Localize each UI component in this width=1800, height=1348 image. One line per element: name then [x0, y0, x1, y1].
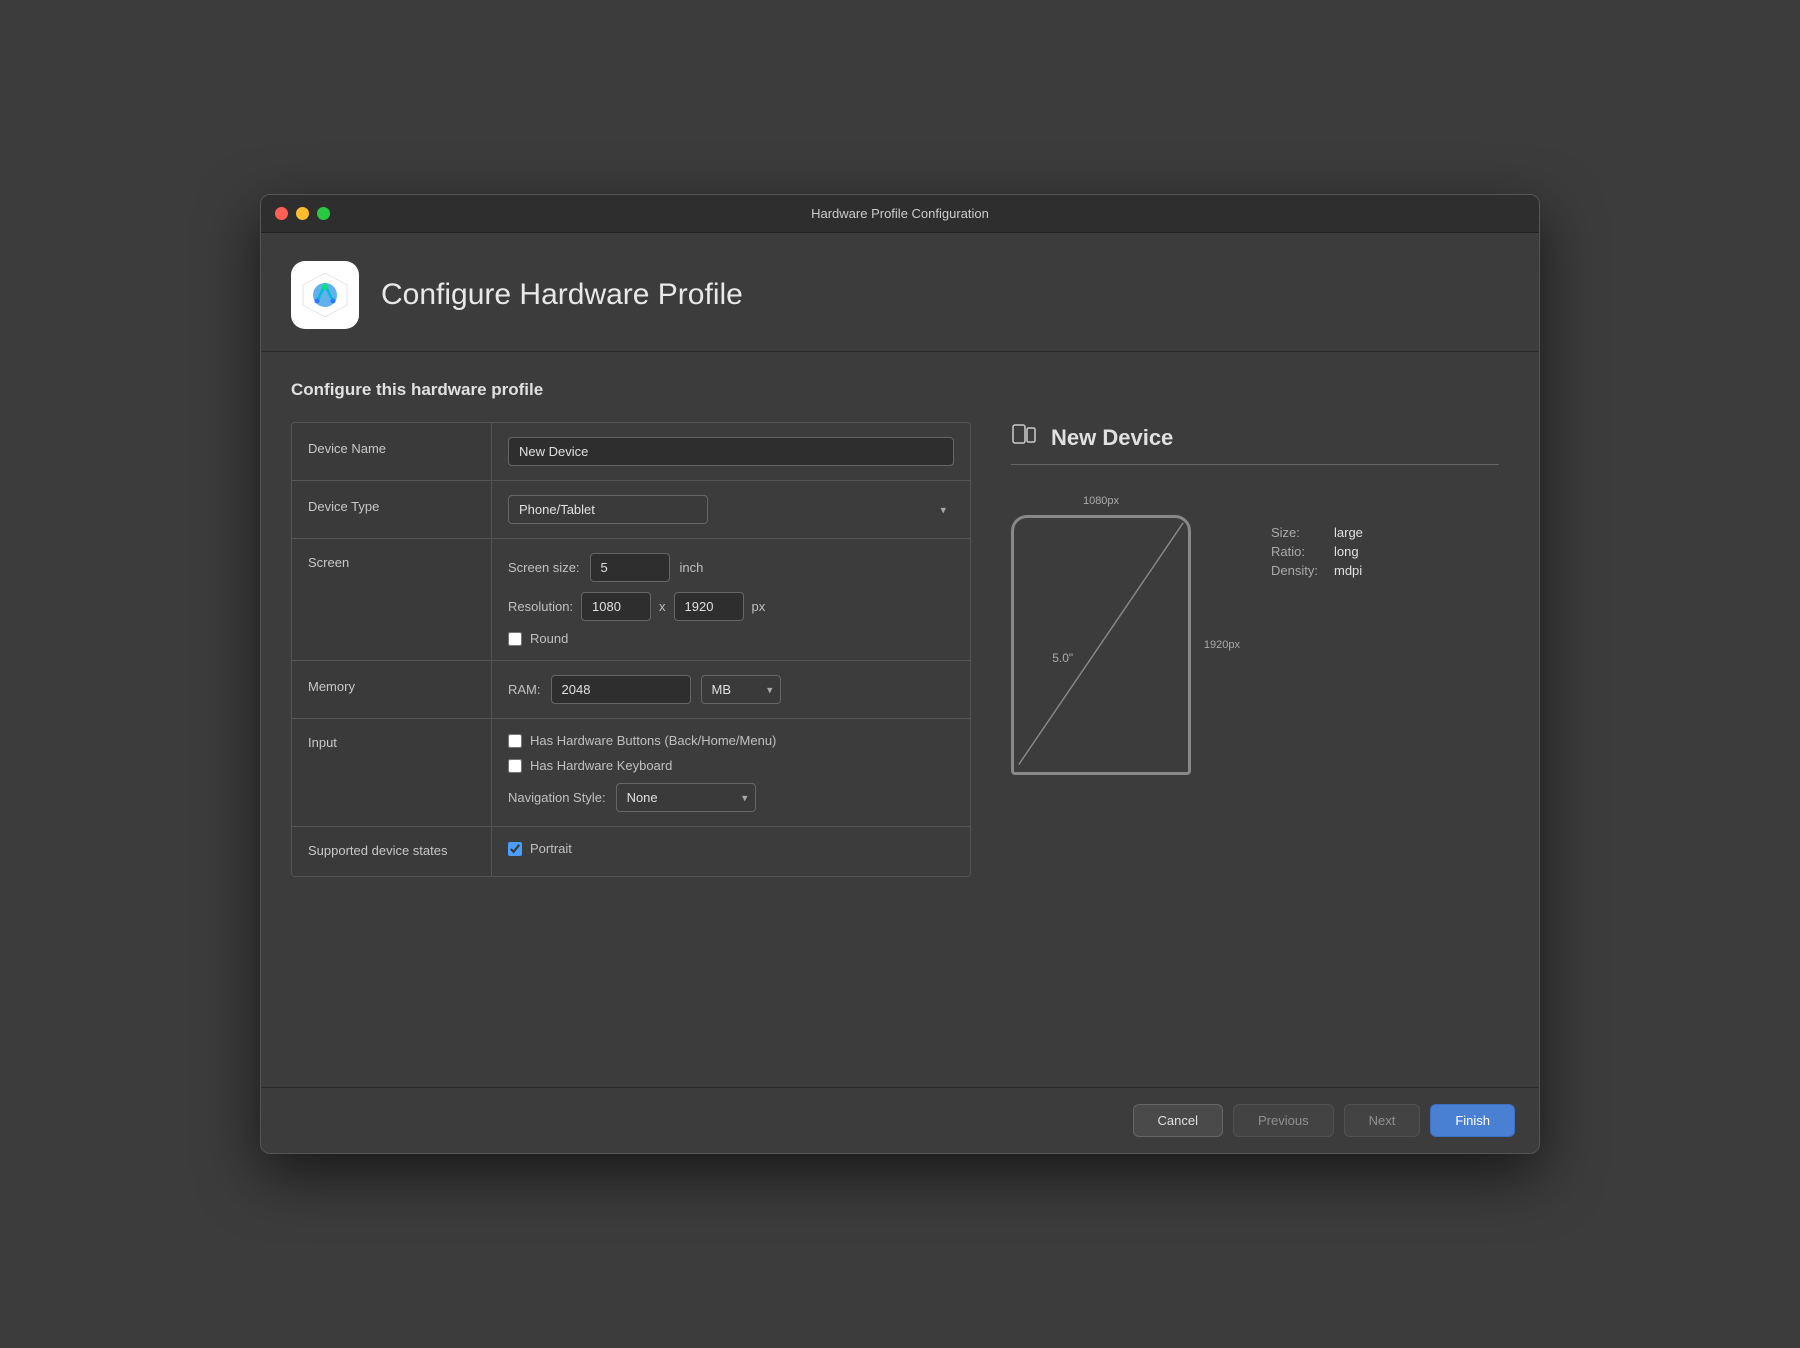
- cancel-button[interactable]: Cancel: [1133, 1104, 1223, 1137]
- screen-label: Screen: [292, 539, 492, 660]
- main-content: Configure this hardware profile Device N…: [261, 352, 1539, 1087]
- resolution-sep: x: [659, 599, 666, 614]
- hardware-keyboard-checkbox[interactable]: [508, 759, 522, 773]
- input-row: Input Has Hardware Buttons (Back/Home/Me…: [292, 719, 970, 827]
- resolution-y-input[interactable]: [674, 592, 744, 621]
- width-label: 1080px: [1083, 495, 1119, 507]
- previous-button[interactable]: Previous: [1233, 1104, 1334, 1137]
- preview-header: New Device: [1011, 422, 1499, 465]
- app-logo: [291, 261, 359, 329]
- input-input-cell: Has Hardware Buttons (Back/Home/Menu) Ha…: [492, 719, 970, 826]
- preview-device-icon: [1011, 422, 1037, 454]
- form-box: Device Name Device Type Phone/Tablet: [291, 422, 971, 877]
- hardware-buttons-label: Has Hardware Buttons (Back/Home/Menu): [530, 733, 776, 748]
- hardware-keyboard-row: Has Hardware Keyboard: [508, 758, 954, 773]
- round-row: Round: [508, 631, 954, 646]
- round-checkbox[interactable]: [508, 632, 522, 646]
- spec-size-val: large: [1334, 525, 1363, 540]
- screen-size-label: Screen size:: [508, 560, 580, 575]
- device-type-select-wrapper: Phone/Tablet Wear OS Desktop TV Automoti…: [508, 495, 954, 524]
- nav-style-label: Navigation Style:: [508, 790, 606, 805]
- supported-label: Supported device states: [292, 827, 492, 876]
- device-diagonal-svg: [1014, 518, 1188, 769]
- section-title: Configure this hardware profile: [291, 380, 1509, 400]
- resolution-unit: px: [752, 599, 766, 614]
- preview-panel: New Device 1080px: [1001, 422, 1509, 1087]
- supported-states-row: Supported device states Portrait: [292, 827, 970, 876]
- screen-size-unit: inch: [680, 560, 704, 575]
- ram-label: RAM:: [508, 682, 541, 697]
- resolution-x-input[interactable]: [581, 592, 651, 621]
- memory-label: Memory: [292, 661, 492, 718]
- form-panel: Device Name Device Type Phone/Tablet: [291, 422, 971, 1087]
- memory-row: Memory RAM: MB GB: [292, 661, 970, 719]
- device-type-label: Device Type: [292, 481, 492, 538]
- device-name-input-cell: [492, 423, 970, 480]
- spec-size-row: Size: large: [1271, 525, 1363, 540]
- close-button[interactable]: [275, 207, 288, 220]
- device-frame: 1920px 5.0": [1011, 515, 1191, 775]
- android-studio-icon: [299, 269, 351, 321]
- ram-input[interactable]: [551, 675, 691, 704]
- titlebar: Hardware Profile Configuration: [261, 195, 1539, 233]
- hardware-buttons-row: Has Hardware Buttons (Back/Home/Menu): [508, 733, 954, 748]
- spec-density-key: Density:: [1271, 563, 1326, 578]
- memory-input-cell: RAM: MB GB: [492, 661, 970, 718]
- ram-unit-select-wrapper: MB GB: [701, 675, 781, 704]
- device-type-select[interactable]: Phone/Tablet Wear OS Desktop TV Automoti…: [508, 495, 708, 524]
- round-label: Round: [530, 631, 568, 646]
- preview-specs: Size: large Ratio: long Density: mdpi: [1271, 525, 1363, 578]
- portrait-checkbox[interactable]: [508, 842, 522, 856]
- page-header-title: Configure Hardware Profile: [381, 278, 743, 312]
- next-button[interactable]: Next: [1344, 1104, 1421, 1137]
- nav-style-select[interactable]: None Gesture 3 Button: [616, 783, 756, 812]
- spec-density-row: Density: mdpi: [1271, 563, 1363, 578]
- hardware-keyboard-label: Has Hardware Keyboard: [530, 758, 672, 773]
- finish-button[interactable]: Finish: [1430, 1104, 1515, 1137]
- resolution-row: Resolution: x px: [508, 592, 954, 621]
- main-window: Hardware Profile Configuration Configure…: [260, 194, 1540, 1154]
- supported-input-cell: Portrait: [492, 827, 970, 876]
- preview-device-name: New Device: [1051, 425, 1173, 451]
- content-area: Device Name Device Type Phone/Tablet: [291, 422, 1509, 1087]
- size-label: 5.0": [1052, 651, 1073, 665]
- window-title: Hardware Profile Configuration: [811, 206, 989, 221]
- spec-density-val: mdpi: [1334, 563, 1362, 578]
- screen-input-cell: Screen size: inch Resolution: x px: [492, 539, 970, 660]
- traffic-lights: [275, 207, 330, 220]
- spec-ratio-key: Ratio:: [1271, 544, 1326, 559]
- screen-row: Screen Screen size: inch Resolution: x: [292, 539, 970, 661]
- device-name-input[interactable]: [508, 437, 954, 466]
- device-type-input-cell: Phone/Tablet Wear OS Desktop TV Automoti…: [492, 481, 970, 538]
- preview-area: 1080px 1920px 5.0": [1011, 485, 1499, 780]
- spec-size-key: Size:: [1271, 525, 1326, 540]
- nav-style-select-wrapper: None Gesture 3 Button: [616, 783, 756, 812]
- memory-inner-row: RAM: MB GB: [508, 675, 954, 704]
- hardware-buttons-checkbox[interactable]: [508, 734, 522, 748]
- device-type-row: Device Type Phone/Tablet Wear OS Desktop…: [292, 481, 970, 539]
- spec-ratio-val: long: [1334, 544, 1359, 559]
- device-name-label: Device Name: [292, 423, 492, 480]
- resolution-label: Resolution:: [508, 599, 573, 614]
- portrait-row: Portrait: [508, 841, 954, 856]
- input-label: Input: [292, 719, 492, 826]
- height-label: 1920px: [1204, 639, 1240, 651]
- ram-unit-select[interactable]: MB GB: [701, 675, 781, 704]
- portrait-label: Portrait: [530, 841, 572, 856]
- maximize-button[interactable]: [317, 207, 330, 220]
- screen-size-input[interactable]: [590, 553, 670, 582]
- device-preview-icon: [1011, 422, 1037, 448]
- minimize-button[interactable]: [296, 207, 309, 220]
- spec-ratio-row: Ratio: long: [1271, 544, 1363, 559]
- footer: Cancel Previous Next Finish: [261, 1087, 1539, 1153]
- device-preview: 1080px 1920px 5.0": [1011, 515, 1191, 780]
- screen-size-row: Screen size: inch: [508, 553, 954, 582]
- nav-style-row: Navigation Style: None Gesture 3 Button: [508, 783, 954, 812]
- device-name-row: Device Name: [292, 423, 970, 481]
- header: Configure Hardware Profile: [261, 233, 1539, 352]
